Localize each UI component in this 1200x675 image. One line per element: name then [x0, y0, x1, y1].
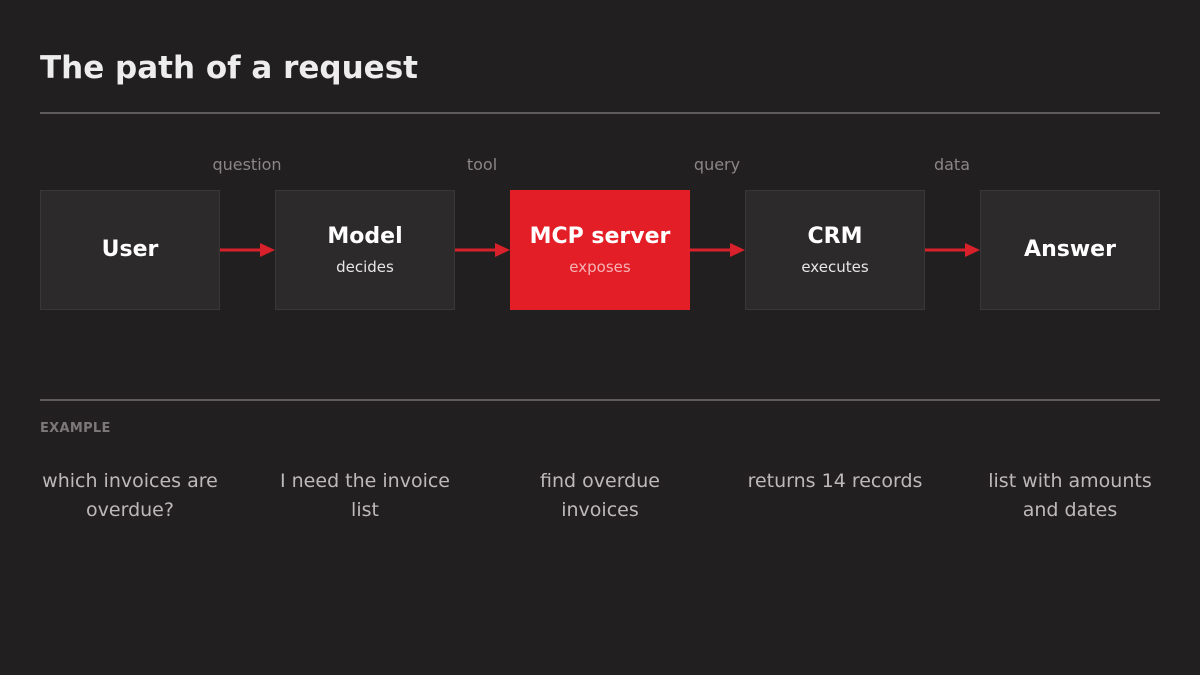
- node-model: Model decides: [275, 190, 455, 310]
- edge-label-tool: tool: [466, 155, 498, 174]
- node-name: CRM: [807, 224, 863, 249]
- arrow-right-icon: [220, 243, 275, 257]
- edge-label-question: question: [212, 155, 282, 174]
- section-divider: [40, 399, 1160, 401]
- node-mcp-server: MCP server exposes: [510, 190, 690, 310]
- example-step-mcp-server: find overdue invoices: [540, 470, 660, 521]
- node-name: Model: [327, 224, 403, 249]
- example-section-label: EXAMPLE: [40, 421, 111, 436]
- node-subtitle: executes: [801, 258, 869, 276]
- top-divider: [40, 112, 1160, 114]
- example-step-model: I need the invoice list: [280, 470, 450, 521]
- edge-label-query: query: [693, 155, 741, 174]
- arrow-right-icon: [455, 243, 510, 257]
- node-name: Answer: [1024, 237, 1116, 262]
- example-step-answer: list with amounts and dates: [988, 470, 1152, 521]
- node-answer: Answer: [980, 190, 1160, 310]
- arrow-right-icon: [925, 243, 980, 257]
- node-name: User: [101, 237, 159, 262]
- node-subtitle: exposes: [569, 258, 631, 276]
- example-step-crm: returns 14 records: [747, 470, 923, 492]
- page-title: The path of a request: [40, 50, 418, 86]
- node-crm: CRM executes: [745, 190, 925, 310]
- node-subtitle: decides: [336, 258, 394, 276]
- node-user: User: [40, 190, 220, 310]
- edge-label-data: data: [933, 155, 971, 174]
- node-name: MCP server: [529, 224, 671, 249]
- arrow-right-icon: [690, 243, 745, 257]
- example-step-user: which invoices are overdue?: [42, 470, 218, 521]
